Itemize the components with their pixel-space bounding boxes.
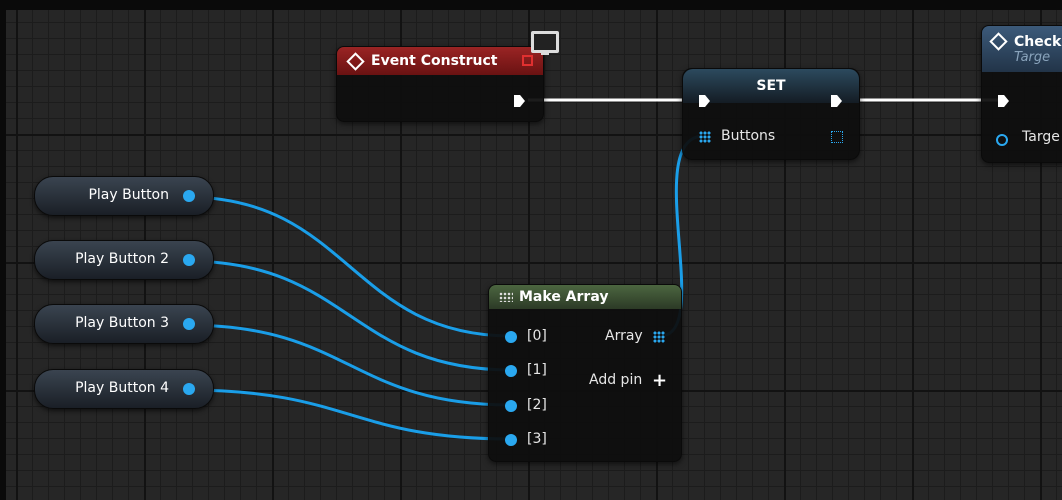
- make-array-input-pin-1[interactable]: [505, 365, 517, 377]
- wire-play-button-4-to-index-3[interactable]: [185, 388, 513, 441]
- graph-left-border: [0, 0, 6, 500]
- plus-icon[interactable]: +: [652, 372, 667, 390]
- graph-top-border: [0, 0, 1062, 10]
- array-grid-icon: [499, 292, 513, 302]
- make-array-input-label-2: [2]: [527, 397, 547, 413]
- variable-output-pin[interactable]: [183, 318, 195, 330]
- set-output-array-pin[interactable]: [831, 131, 843, 143]
- check-exec-input-pin[interactable]: [998, 95, 1009, 107]
- add-pin-label[interactable]: Add pin: [589, 372, 642, 388]
- diamond-icon: [989, 32, 1008, 51]
- check-node[interactable]: Check Targe Targe: [981, 25, 1062, 163]
- variable-label: Play Button: [88, 187, 169, 203]
- array-grid-icon[interactable]: [653, 331, 665, 343]
- variable-play-button-3[interactable]: Play Button 3: [34, 304, 214, 344]
- variable-label: Play Button 2: [75, 251, 169, 267]
- check-header[interactable]: Check Targe: [982, 26, 1062, 72]
- make-array-input-pin-3[interactable]: [505, 434, 517, 446]
- make-array-node[interactable]: Make Array [0] [1] [2] [3] Array Add pin…: [488, 284, 682, 462]
- variable-output-pin[interactable]: [183, 254, 195, 266]
- blueprint-graph[interactable]: Event Construct SET Buttons Check Targe …: [0, 0, 1062, 500]
- event-construct-title: Event Construct: [371, 53, 498, 69]
- check-title: Check: [1014, 33, 1062, 50]
- exec-output-pin[interactable]: [514, 95, 525, 107]
- check-target-pin[interactable]: [996, 134, 1008, 146]
- event-construct-node[interactable]: Event Construct: [336, 46, 544, 122]
- variable-play-button-2[interactable]: Play Button 2: [34, 240, 214, 280]
- wire-play-button-to-index-0[interactable]: [185, 195, 513, 338]
- make-array-input-label-0: [0]: [527, 328, 547, 344]
- wire-play-button-3-to-index-2[interactable]: [185, 323, 513, 407]
- make-array-input-pin-0[interactable]: [505, 331, 517, 343]
- diamond-icon: [346, 51, 365, 71]
- variable-play-button[interactable]: Play Button: [34, 176, 214, 216]
- make-array-input-label-1: [1]: [527, 362, 547, 378]
- make-array-input-pin-2[interactable]: [505, 400, 517, 412]
- variable-play-button-4[interactable]: Play Button 4: [34, 369, 214, 409]
- variable-output-pin[interactable]: [183, 190, 195, 202]
- variable-output-pin[interactable]: [183, 383, 195, 395]
- variable-label: Play Button 4: [75, 380, 169, 396]
- replication-indicator-icon: [522, 55, 533, 66]
- check-subtitle: Targe: [1014, 49, 1051, 65]
- make-array-input-label-3: [3]: [527, 431, 547, 447]
- event-construct-header[interactable]: Event Construct: [337, 47, 543, 75]
- wire-play-button-2-to-index-1[interactable]: [185, 259, 513, 372]
- variable-label: Play Button 3: [75, 315, 169, 331]
- check-target-label: Targe: [1022, 129, 1060, 145]
- array-grid-icon[interactable]: [699, 131, 711, 143]
- make-array-header[interactable]: Make Array: [489, 285, 681, 309]
- monitor-icon: [531, 31, 559, 55]
- make-array-title: Make Array: [519, 289, 609, 305]
- make-array-output-label: Array: [605, 328, 643, 344]
- set-buttons-label: Buttons: [721, 128, 776, 144]
- set-node[interactable]: SET Buttons: [682, 68, 860, 160]
